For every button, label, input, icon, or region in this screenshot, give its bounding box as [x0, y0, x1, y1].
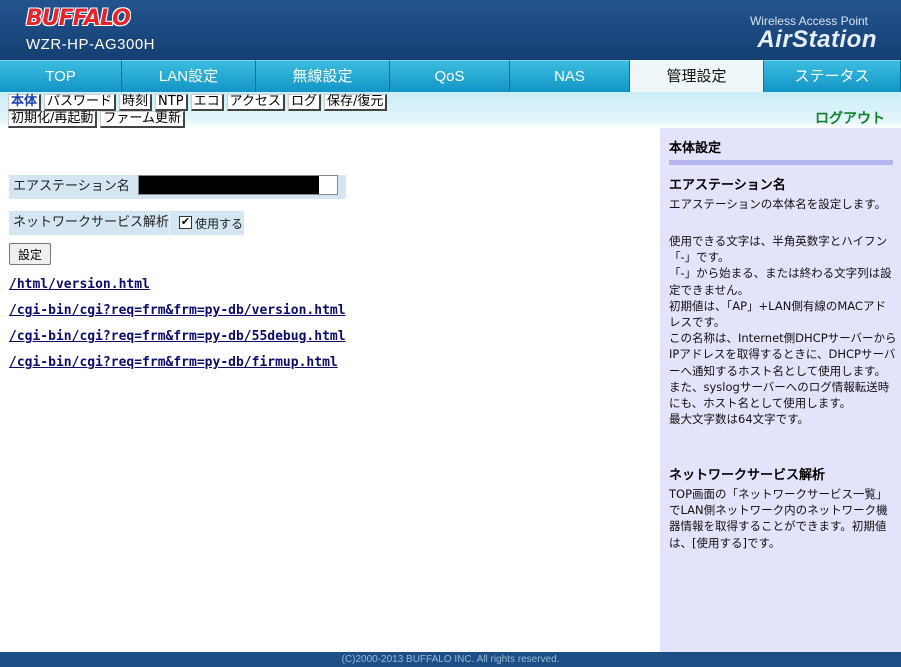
tab-status[interactable]: ステータス: [764, 60, 901, 92]
link-py-db-version[interactable]: /cgi-bin/cgi?req=frm&frm=py-db/version.h…: [9, 303, 346, 318]
main-content: エアステーション名 ネットワークサービス解析 ✔ 使用する 設定 /html/v…: [0, 128, 660, 652]
network-service-option-label: 使用する: [195, 217, 244, 231]
product-logo: AirStation: [757, 26, 877, 53]
link-py-db-firmup[interactable]: /cgi-bin/cgi?req=frm&frm=py-db/firmup.ht…: [9, 355, 338, 370]
help-title: 本体設定: [669, 141, 722, 156]
subtab-time[interactable]: 時刻: [119, 94, 153, 111]
redacted-value: [139, 176, 319, 194]
link-py-db-debug[interactable]: /cgi-bin/cgi?req=frm&frm=py-db/55debug.h…: [9, 329, 346, 344]
subtab-log[interactable]: ログ: [287, 94, 321, 111]
tab-qos[interactable]: QoS: [390, 60, 510, 92]
footer-copyright: (C)2000-2013 BUFFALO INC. All rights res…: [0, 652, 901, 667]
sub-nav-row-2: 初期化/再起動 ファーム更新: [8, 111, 186, 128]
help-divider: [669, 160, 893, 165]
brand-logo: BUFFALO: [26, 6, 131, 31]
tab-admin-settings[interactable]: 管理設定: [630, 60, 764, 92]
subtab-eco[interactable]: エコ: [190, 94, 224, 111]
help-text-station-name: エアステーションの本体名を設定します。: [669, 197, 887, 211]
model-name: WZR-HP-AG300H: [26, 36, 156, 53]
network-service-checkbox[interactable]: ✔: [179, 216, 192, 229]
help-text-station-rules: 使用できる文字は、半角英数字とハイフン「-」です。 「-」から始まる、または終わ…: [669, 234, 897, 427]
subtab-ntp[interactable]: NTP: [155, 94, 188, 111]
tab-lan-settings[interactable]: LAN設定: [122, 60, 256, 92]
tab-wireless-settings[interactable]: 無線設定: [256, 60, 390, 92]
sub-nav: 本体 パスワード 時刻 NTP エコ アクセス ログ 保存/復元 初期化/再起動…: [0, 92, 901, 128]
link-version[interactable]: /html/version.html: [9, 277, 150, 292]
station-name-input[interactable]: [138, 175, 338, 195]
subtab-password[interactable]: パスワード: [44, 94, 117, 111]
subtab-backup-restore[interactable]: 保存/復元: [323, 94, 388, 111]
sub-nav-row-1: 本体 パスワード 時刻 NTP エコ アクセス ログ 保存/復元: [8, 94, 388, 111]
subtab-basic[interactable]: 本体: [8, 94, 42, 111]
network-service-cell: ✔ 使用する: [170, 211, 244, 235]
app-header: BUFFALO WZR-HP-AG300H Wireless Access Po…: [0, 0, 901, 60]
logout-link[interactable]: ログアウト: [815, 108, 885, 128]
help-section-station-name: エアステーション名: [669, 178, 786, 193]
help-text-network-service: TOP画面の「ネットワークサービス一覧」でLAN側ネットワーク内のネットワーク機…: [669, 487, 888, 550]
tab-top[interactable]: TOP: [0, 60, 122, 92]
subtab-reset-reboot[interactable]: 初期化/再起動: [8, 111, 98, 128]
subtab-access[interactable]: アクセス: [226, 94, 285, 111]
help-section-network-service: ネットワークサービス解析: [669, 468, 826, 483]
help-panel: 本体設定 エアステーション名 エアステーションの本体名を設定します。 使用できる…: [660, 128, 901, 652]
network-service-label: ネットワークサービス解析: [9, 211, 169, 235]
submit-button[interactable]: 設定: [9, 243, 52, 265]
station-name-label: エアステーション名: [9, 175, 137, 199]
subtab-firmware-update[interactable]: ファーム更新: [100, 111, 186, 128]
tab-nas[interactable]: NAS: [510, 60, 630, 92]
main-nav: TOP LAN設定 無線設定 QoS NAS 管理設定 ステータス: [0, 60, 901, 92]
